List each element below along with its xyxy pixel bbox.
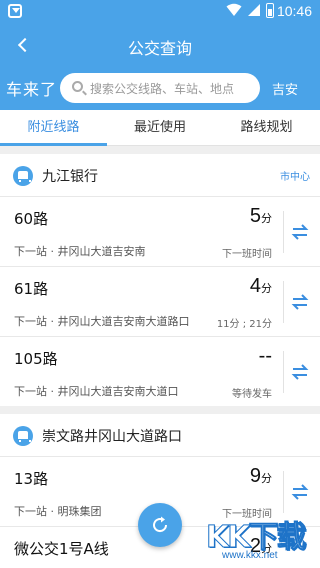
status-time: 10:46 — [276, 3, 312, 19]
signal-icon — [248, 4, 260, 16]
search-icon — [72, 81, 83, 92]
row-divider — [283, 211, 284, 253]
route-next-stop: 下一站 · 井冈山大道吉安南 — [14, 245, 146, 258]
route-eta-note: 11分 ; 21分 — [216, 319, 272, 330]
refresh-icon — [153, 516, 168, 533]
station-area-tag: 市中心 — [280, 172, 310, 183]
active-tab-indicator — [0, 143, 107, 146]
route-eta: -- — [258, 345, 272, 367]
route-next-stop: 下一站 · 井冈山大道吉安南大道路口 — [14, 315, 190, 328]
battery-icon — [266, 3, 274, 18]
refresh-button[interactable] — [138, 503, 182, 547]
tab-route-planning[interactable]: 路线规划 — [213, 110, 320, 146]
route-number: 13路 — [14, 470, 49, 488]
search-input[interactable]: 搜索公交线路、车站、地点 — [60, 73, 260, 103]
route-eta: 4分 — [249, 275, 272, 297]
bus-station-icon — [13, 166, 33, 186]
station-header[interactable]: 崇文路井冈山大道路口 — [0, 414, 320, 456]
search-placeholder: 搜索公交线路、车站、地点 — [90, 82, 235, 96]
swap-direction-icon[interactable] — [290, 482, 310, 502]
route-eta: 5分 — [249, 205, 272, 227]
route-number: 105路 — [14, 350, 58, 368]
station-name: 九江银行 — [42, 169, 98, 185]
route-row[interactable]: 105路 下一站 · 井冈山大道吉安南大道口 -- 等待发车 — [0, 336, 320, 406]
station-header[interactable]: 九江银行 市中心 — [0, 154, 320, 196]
route-eta: 9分 — [249, 465, 272, 487]
bus-station-icon — [13, 426, 33, 446]
route-number: 微公交1号A线 — [14, 540, 109, 558]
swap-direction-icon[interactable] — [290, 292, 310, 312]
row-divider — [283, 281, 284, 323]
tab-nearby-routes[interactable]: 附近线路 — [0, 110, 107, 146]
row-divider — [283, 471, 284, 513]
search-bar: 车来了 搜索公交线路、车站、地点 吉安 — [0, 66, 320, 110]
route-next-stop: 下一站 · 明珠集团 — [14, 505, 102, 518]
wifi-icon — [226, 3, 242, 16]
route-row[interactable]: 60路 下一站 · 井冈山大道吉安南 5分 下一班时间 — [0, 196, 320, 266]
swap-direction-icon[interactable] — [290, 362, 310, 382]
swap-direction-icon[interactable] — [290, 222, 310, 242]
tab-recent[interactable]: 最近使用 — [107, 110, 213, 146]
city-selector[interactable]: 吉安 — [272, 79, 298, 98]
route-number: 60路 — [14, 210, 49, 228]
status-bar: 10:46 — [0, 0, 320, 24]
route-eta-note: 下一班时间 — [222, 249, 272, 260]
row-divider — [283, 351, 284, 393]
watermark: KK下载 www.kkx.net — [200, 512, 316, 568]
watermark-url: www.kkx.net — [222, 550, 278, 561]
route-number: 61路 — [14, 280, 49, 298]
app-notification-icon — [8, 4, 22, 18]
page-title: 公交查询 — [127, 39, 192, 58]
route-eta-note: 等待发车 — [232, 389, 272, 400]
tab-bar: 附近线路 最近使用 路线规划 — [0, 110, 320, 146]
brand-slogan: 车来了 — [6, 80, 58, 99]
route-next-stop: 下一站 · 井冈山大道吉安南大道口 — [14, 385, 179, 398]
route-row[interactable]: 61路 下一站 · 井冈山大道吉安南大道路口 4分 11分 ; 21分 — [0, 266, 320, 336]
top-app-bar: 公交查询 — [0, 24, 320, 66]
station-name: 崇文路井冈山大道路口 — [42, 429, 182, 445]
